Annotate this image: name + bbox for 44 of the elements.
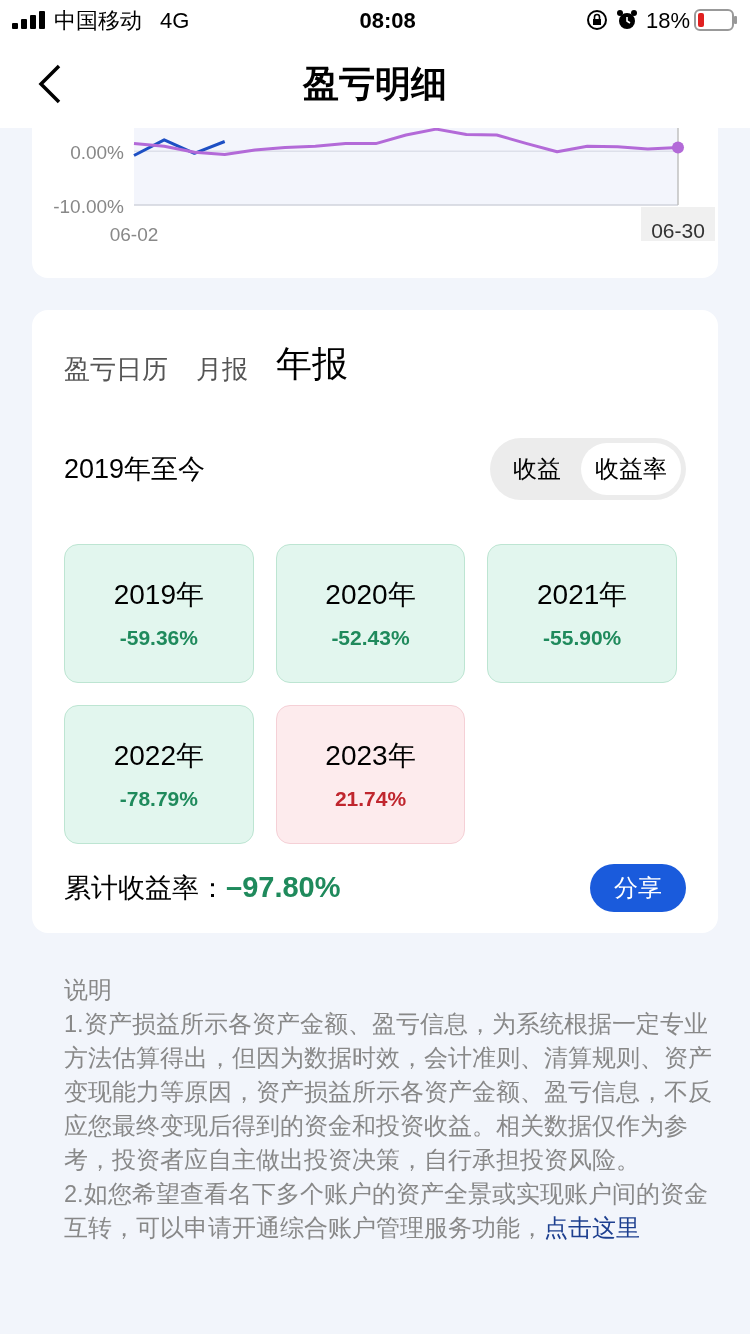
year-return: -55.90% [543, 624, 622, 651]
alarm-icon [615, 9, 638, 31]
x-axis-label: 06-02 [109, 224, 159, 245]
year-return: -52.43% [331, 624, 410, 651]
y-axis-label: -10.00% [53, 196, 124, 217]
click-here-link[interactable]: 点击这里 [544, 1215, 640, 1241]
network-type: 4G [160, 6, 190, 35]
year-card[interactable]: 2023年 21.74% [275, 705, 466, 844]
notes-paragraph: 2.如您希望查看名下多个账户的资产全景或实现账户间的资金互转，可以申请开通综合账户管理服务功能，点击这里 [64, 1180, 709, 1243]
notes-paragraph: 1.资产损益所示各资产金额、盈亏信息，为系统根据一定专业方法估算得出，但因为数据时效，会计准则、清算规则、资产变现能力等原因，资产损益所示各资产金额、盈亏信息，不反应您最终变现后得到的资金和投资收益。相关数据仅作为参考，投资者应自主做出投资决策，自行承担投资风险。 [64, 1010, 713, 1175]
report-tab[interactable]: 盈亏日历 [64, 356, 168, 382]
carrier-name: 中国移动 [54, 6, 142, 35]
year-card[interactable]: 2022年 -78.79% [64, 705, 254, 844]
toggle-option[interactable]: 收益率 [581, 443, 681, 495]
year-card[interactable]: 2019年 -59.36% [64, 544, 254, 683]
period-label: 2019年至今 [64, 452, 206, 486]
year-return: -59.36% [119, 624, 198, 651]
rotation-lock-icon [585, 9, 608, 31]
year-card[interactable]: 2021年 -55.90% [487, 544, 677, 683]
signal-icon [12, 11, 48, 29]
year-label: 2021年 [537, 577, 628, 612]
year-label: 2023年 [325, 738, 416, 773]
year-return: 21.74% [334, 785, 407, 812]
date-tag: 06-30 [641, 207, 715, 242]
end-point [672, 141, 684, 154]
year-label: 2019年 [113, 577, 204, 612]
report-tab[interactable]: 年报 [276, 346, 348, 382]
back-chevron-icon [38, 64, 62, 104]
toggle-option[interactable]: 收益 [495, 443, 579, 495]
battery-percent: 18% [645, 6, 690, 35]
clock-time: 08:08 [359, 6, 416, 35]
x-tick-label: 06-30 [651, 219, 705, 242]
y-axis-label: 0.00% [70, 142, 124, 164]
year-label: 2022年 [113, 738, 204, 773]
total-return: –97.80% [226, 870, 341, 906]
year-return: -78.79% [119, 785, 198, 812]
battery-icon [694, 9, 738, 31]
year-label: 2020年 [325, 577, 416, 612]
page-title: 盈亏明细 [303, 62, 447, 106]
share-button[interactable]: 分享 [590, 864, 686, 912]
total-label: 累计收益率： [64, 871, 226, 905]
year-card[interactable]: 2020年 -52.43% [275, 544, 466, 683]
notes-title: 说明 [64, 976, 113, 1005]
report-tab[interactable]: 月报 [196, 356, 248, 382]
